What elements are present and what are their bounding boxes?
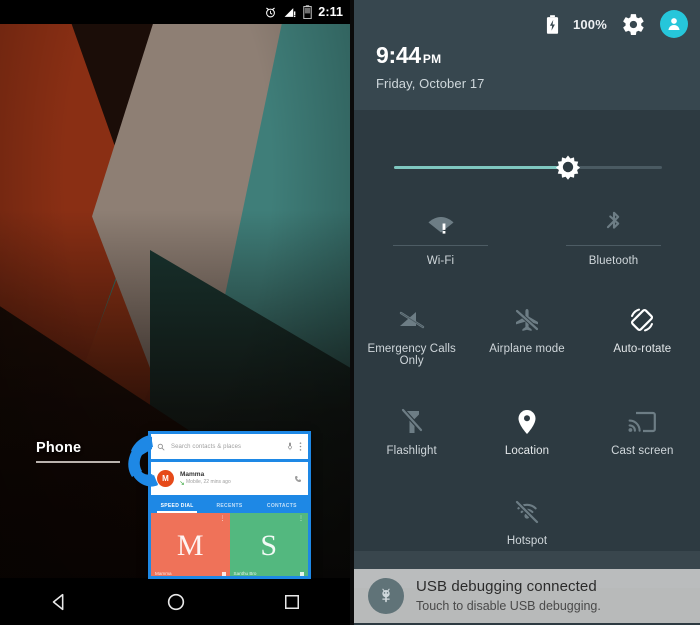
speed-dial-grid: M ⋮ Mamma S ⋮ Santhu Bro bbox=[151, 513, 308, 576]
tile-flashlight[interactable]: Flashlight bbox=[354, 395, 469, 457]
user-avatar-icon[interactable] bbox=[660, 10, 688, 38]
brightness-sun-icon[interactable] bbox=[553, 152, 583, 182]
speed-dial-name: Mamma bbox=[155, 571, 172, 576]
cast-screen-icon bbox=[628, 401, 657, 443]
tile-row-3: Flashlight Location Cast screen bbox=[354, 395, 700, 457]
tile-wifi[interactable]: Wi-Fi bbox=[354, 196, 527, 267]
gear-icon[interactable] bbox=[621, 12, 646, 37]
notification-subtitle: Touch to disable USB debugging. bbox=[416, 598, 601, 613]
alarm-icon bbox=[266, 7, 276, 17]
tile-label: Wi-Fi bbox=[426, 255, 455, 267]
tile-auto-rotate[interactable]: Auto-rotate bbox=[585, 293, 700, 367]
tile-bluetooth[interactable]: Bluetooth bbox=[527, 196, 700, 267]
tile-label: Emergency Calls Only bbox=[367, 343, 456, 367]
call-type-icon bbox=[180, 480, 184, 485]
dialer-contact-row[interactable]: M Mamma Mobile, 22 mins ago bbox=[151, 462, 308, 495]
tile-label: Cast screen bbox=[611, 445, 674, 457]
speed-dial-tile-mamma[interactable]: M ⋮ Mamma bbox=[151, 513, 230, 576]
dialer-search-placeholder: Search contacts & places bbox=[171, 443, 242, 450]
tile-label: Hotspot bbox=[506, 535, 548, 547]
speed-dial-badge-icon bbox=[300, 572, 304, 576]
tile-label: Auto-rotate bbox=[613, 343, 672, 355]
wifi-warning-icon bbox=[426, 202, 456, 244]
flashlight-off-icon bbox=[400, 401, 423, 443]
tile-divider bbox=[393, 245, 488, 246]
bluetooth-off-icon bbox=[603, 202, 625, 244]
tile-label: Airplane mode bbox=[489, 343, 565, 355]
slider-filled-track bbox=[394, 166, 569, 169]
tab-recents[interactable]: RECENTS bbox=[203, 503, 255, 513]
tile-label: Location bbox=[504, 445, 550, 457]
speed-dial-letter: S bbox=[260, 529, 278, 562]
auto-rotate-icon bbox=[628, 299, 656, 341]
dialer-app-panel[interactable]: Search contacts & places M Mamma Mobile,… bbox=[148, 431, 311, 579]
tab-contacts[interactable]: CONTACTS bbox=[256, 503, 308, 513]
tile-label: Bluetooth bbox=[588, 255, 639, 267]
battery-percent-label: 100% bbox=[572, 16, 607, 32]
android-robot-glyph bbox=[382, 588, 390, 603]
tile-cast-screen[interactable]: Cast screen bbox=[585, 395, 700, 457]
signal-off-icon bbox=[397, 299, 427, 341]
tile-row-4: Hotspot bbox=[354, 485, 700, 547]
quick-settings-header: 100% 9:44 PM Friday, October 17 bbox=[354, 0, 700, 110]
tile-location[interactable]: Location bbox=[469, 395, 584, 457]
recents-icon[interactable] bbox=[282, 592, 302, 612]
speed-dial-badge-icon bbox=[221, 572, 226, 576]
notification-title: USB debugging connected bbox=[416, 578, 597, 595]
usb-debugging-notification[interactable]: USB debugging connected Touch to disable… bbox=[354, 569, 700, 623]
phone-app-label-underline bbox=[36, 461, 120, 463]
clock-time-row: 9:44 PM bbox=[376, 44, 485, 68]
dialer-search-bar[interactable]: Search contacts & places bbox=[151, 434, 308, 459]
contact-detail-text: Mobile, 22 mins ago bbox=[186, 479, 231, 486]
signal-warning-icon bbox=[284, 7, 296, 17]
microphone-icon[interactable] bbox=[287, 442, 293, 451]
contact-info: Mamma Mobile, 22 mins ago bbox=[180, 471, 288, 486]
phone-app-label: Phone bbox=[36, 440, 120, 463]
speed-dial-tile-santhu[interactable]: S ⋮ Santhu Bro bbox=[229, 513, 308, 576]
tile-hotspot[interactable]: Hotspot bbox=[469, 485, 584, 547]
tile-airplane-mode[interactable]: Airplane mode bbox=[469, 293, 584, 367]
person-glyph-icon bbox=[668, 18, 680, 30]
overflow-menu-icon[interactable] bbox=[299, 442, 302, 451]
battery-icon bbox=[303, 5, 312, 19]
brightness-slider[interactable] bbox=[394, 155, 662, 180]
tab-speed-dial[interactable]: SPEED DIAL bbox=[151, 503, 203, 513]
tile-divider bbox=[566, 245, 661, 246]
dialer-tabs[interactable]: SPEED DIAL RECENTS CONTACTS bbox=[151, 495, 308, 513]
quick-settings-tiles: Wi-Fi Bluetooth Emergency Calls Only Air… bbox=[354, 196, 700, 547]
tile-row-1: Wi-Fi Bluetooth bbox=[354, 196, 700, 267]
left-status-bar: 2:11 bbox=[0, 0, 350, 24]
phone-app-label-text: Phone bbox=[36, 440, 82, 456]
left-navigation-bar[interactable] bbox=[0, 578, 350, 625]
notification-text: USB debugging connected Touch to disable… bbox=[416, 578, 601, 614]
speed-dial-name: Santhu Bro bbox=[233, 571, 257, 576]
hotspot-off-icon bbox=[513, 491, 541, 533]
speed-dial-letter: M bbox=[176, 529, 204, 562]
phone-call-icon[interactable] bbox=[294, 475, 302, 483]
contact-detail: Mobile, 22 mins ago bbox=[180, 479, 288, 486]
back-icon[interactable] bbox=[48, 591, 70, 613]
phone-handset-icon bbox=[128, 435, 158, 487]
home-icon[interactable] bbox=[165, 591, 187, 613]
android-usb-icon bbox=[368, 578, 404, 614]
contact-name: Mamma bbox=[180, 470, 205, 478]
quick-settings-panel: 100% 9:44 PM Friday, October 17 Wi-Fi Bl… bbox=[350, 0, 700, 625]
speed-dial-overflow-icon[interactable]: ⋮ bbox=[298, 516, 304, 521]
tile-label: Flashlight bbox=[386, 445, 437, 457]
tile-row-2: Emergency Calls Only Airplane mode Auto-… bbox=[354, 293, 700, 367]
dual-phone-screenshot: 2:11 Phone Search contacts & places M Ma… bbox=[0, 0, 700, 625]
tile-emergency-calls[interactable]: Emergency Calls Only bbox=[354, 293, 469, 367]
clock-time: 9:44 bbox=[376, 42, 421, 68]
airplane-off-icon bbox=[513, 299, 541, 341]
speed-dial-overflow-icon[interactable]: ⋮ bbox=[220, 516, 226, 521]
header-icon-row: 100% bbox=[546, 10, 688, 38]
battery-charging-icon bbox=[546, 14, 559, 34]
quick-settings-body: Wi-Fi Bluetooth Emergency Calls Only Air… bbox=[354, 110, 700, 588]
clock-date: Friday, October 17 bbox=[376, 76, 485, 91]
clock-ampm: PM bbox=[422, 52, 442, 66]
left-phone-home-screen: 2:11 Phone Search contacts & places M Ma… bbox=[0, 0, 350, 625]
clock-block: 9:44 PM Friday, October 17 bbox=[376, 44, 485, 92]
location-pin-icon bbox=[516, 401, 538, 443]
left-status-time: 2:11 bbox=[318, 5, 343, 19]
